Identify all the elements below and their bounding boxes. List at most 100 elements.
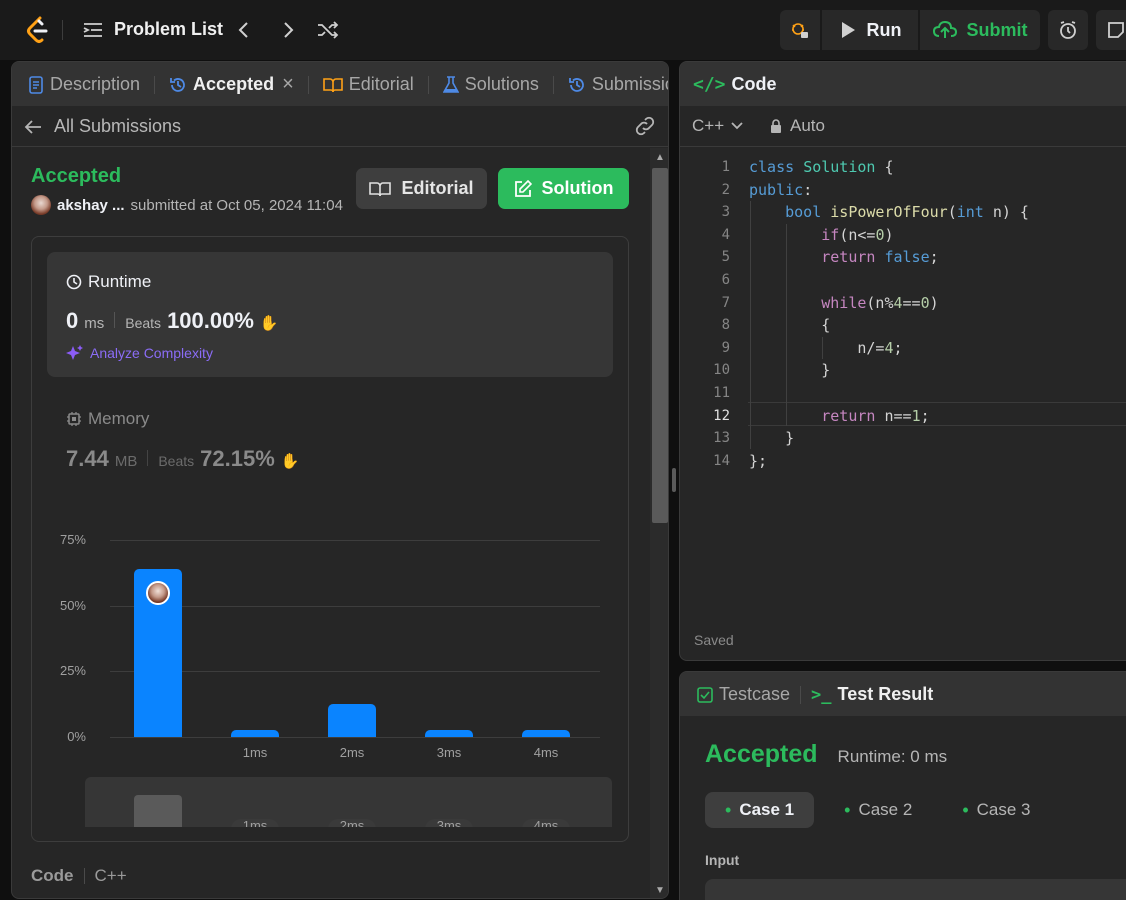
history-icon	[568, 77, 584, 92]
line-number: 8	[721, 317, 730, 334]
chart-x-tick-label: 3ms	[436, 745, 462, 760]
back-label: All Submissions	[54, 116, 182, 136]
code-title: Code	[731, 73, 777, 94]
code-panel-header: </> Code	[680, 62, 1126, 106]
result-tabbar: Testcase >_ Test Result	[680, 672, 1126, 716]
case-tab-2[interactable]: • Case 2	[824, 792, 932, 828]
document-icon	[29, 75, 43, 94]
line-number: 11	[713, 385, 730, 401]
line-number: 10	[713, 362, 730, 379]
alarm-clock-icon	[1060, 21, 1076, 39]
solution-button[interactable]: Solution	[498, 168, 629, 209]
your-submission-avatar	[146, 580, 170, 605]
username[interactable]: akshay ...	[57, 197, 125, 214]
language-select[interactable]: C++	[692, 116, 744, 136]
scroll-up-icon[interactable]: ▲	[655, 152, 665, 163]
timer-button[interactable]	[1048, 10, 1088, 50]
code-label: Code	[31, 866, 74, 885]
next-problem-icon[interactable]	[280, 20, 296, 40]
play-icon	[841, 22, 855, 38]
tab-solutions[interactable]: Solutions	[442, 74, 539, 95]
terminal-icon: >_	[811, 684, 832, 705]
case-tab-1[interactable]: • Case 1	[705, 792, 815, 828]
code-panel: </> Code C++ Auto 1 2 3 4 5 6 7 8 9 10 11 12 13 14 cl…	[679, 61, 1126, 661]
chevron-down-icon	[731, 122, 743, 130]
input-box[interactable]	[705, 879, 1126, 900]
submitted-time: submitted at Oct 05, 2024 11:04	[130, 196, 343, 214]
submission-status: Accepted	[31, 165, 122, 187]
chart-bar-1ms[interactable]	[231, 730, 279, 737]
range-selector[interactable]: 1ms 2ms 3ms 4ms	[85, 777, 612, 827]
input-label: Input	[705, 852, 740, 868]
chart-y-tick-label: 25%	[59, 663, 86, 679]
chart-y-tick-label: 50%	[59, 597, 86, 613]
cloud-upload-icon	[932, 20, 957, 38]
code-text[interactable]: class Solution { public: bool isPowerOfF…	[749, 156, 1126, 486]
editorial-button[interactable]: Editorial	[356, 168, 487, 209]
panel-splitter[interactable]	[672, 468, 676, 492]
problem-list-label: Problem List	[114, 19, 224, 39]
shuffle-icon[interactable]	[316, 20, 340, 40]
problem-list-link[interactable]: Problem List	[82, 19, 223, 40]
submit-button[interactable]: Submit	[920, 10, 1040, 50]
avatar[interactable]	[31, 195, 51, 215]
line-number: 13	[713, 430, 730, 447]
arrow-left-icon	[24, 119, 41, 134]
chart-x-tick-label: 4ms	[533, 745, 559, 760]
line-number: 2	[721, 181, 730, 198]
tab-editorial[interactable]: Editorial	[322, 74, 414, 95]
flask-icon	[442, 75, 459, 93]
scrollbar-thumb[interactable]	[652, 168, 668, 523]
runtime-distribution-chart: 0% 25% 50% 75% 1ms 2ms 3ms 4ms	[32, 237, 630, 843]
history-icon	[170, 77, 185, 92]
leetcode-logo[interactable]	[26, 16, 50, 44]
autocomplete-toggle[interactable]: Auto	[770, 116, 825, 136]
chart-gridline	[110, 540, 600, 541]
line-number: 1	[721, 159, 730, 175]
debug-button[interactable]	[780, 10, 820, 50]
edit-icon	[514, 179, 532, 197]
mini-tick-label: 2ms	[328, 819, 376, 827]
list-icon	[83, 22, 102, 37]
all-submissions-link[interactable]: All Submissions	[24, 116, 181, 137]
run-label: Run	[866, 19, 902, 40]
chart-gridline	[110, 605, 600, 607]
chart-gridline	[110, 737, 600, 738]
language-label: C++	[94, 866, 127, 885]
tab-test-result[interactable]: >_ Test Result	[811, 684, 933, 705]
result-runtime: Runtime: 0 ms	[837, 747, 948, 766]
run-button[interactable]: Run	[822, 10, 918, 50]
link-icon[interactable]	[634, 116, 656, 136]
book-icon	[369, 181, 392, 196]
line-number: 14	[713, 452, 730, 469]
line-number: 12	[713, 407, 730, 424]
code-icon: </>	[693, 73, 726, 95]
mini-tick-label: 1ms	[231, 819, 279, 827]
line-number: 6	[721, 272, 730, 288]
case-tab-3[interactable]: • Case 3	[942, 792, 1050, 828]
line-number: 7	[721, 294, 730, 311]
scroll-down-icon[interactable]: ▼	[655, 885, 665, 896]
prev-problem-icon[interactable]	[236, 20, 252, 40]
code-editor[interactable]: 1 2 3 4 5 6 7 8 9 10 11 12 13 14 class Solution { pub…	[680, 156, 1126, 486]
notes-button[interactable]	[1096, 10, 1126, 50]
lock-icon	[771, 119, 781, 133]
saved-status: Saved	[694, 632, 734, 648]
line-number: 3	[721, 204, 730, 221]
tab-description[interactable]: Description	[28, 74, 140, 95]
tab-accepted[interactable]: Accepted ×	[169, 73, 294, 96]
stats-card: Runtime 0 ms Beats 100.00% ✋ Analyze Com…	[31, 236, 629, 842]
left-tabbar: Description Accepted × Editorial Solutio…	[12, 62, 668, 106]
close-tab-icon[interactable]: ×	[282, 73, 294, 96]
chart-bar-3ms[interactable]	[425, 730, 473, 737]
test-result-panel: Testcase >_ Test Result Accepted Runtime…	[679, 671, 1126, 900]
scrollbar[interactable]: ▲ ▼	[650, 148, 668, 898]
tab-testcase[interactable]: Testcase	[697, 684, 790, 705]
tab-submissions[interactable]: Submissions	[568, 74, 668, 95]
submit-label: Submit	[966, 19, 1028, 40]
chart-x-tick-label: 2ms	[339, 745, 365, 760]
line-number: 9	[721, 339, 730, 356]
chart-y-tick-label: 0%	[67, 729, 86, 744]
chart-bar-2ms[interactable]	[328, 704, 376, 737]
chart-bar-4ms[interactable]	[522, 730, 570, 737]
